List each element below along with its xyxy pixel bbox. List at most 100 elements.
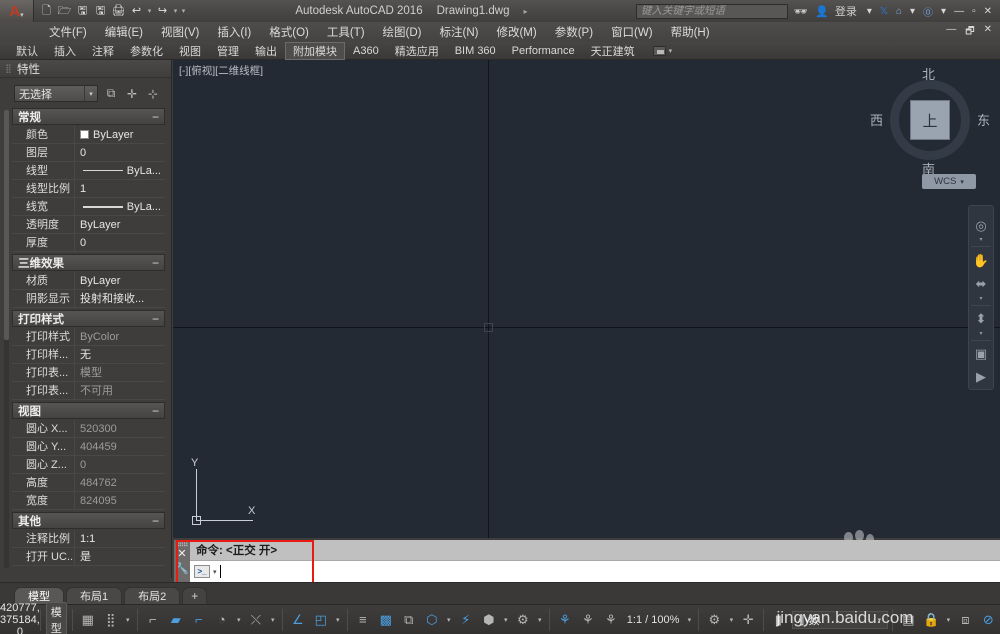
annotation-visibility-icon[interactable]: ⚡ xyxy=(456,610,476,630)
property-value[interactable]: ByLayer xyxy=(74,126,165,144)
menu-item-dimension[interactable]: 标注(N) xyxy=(431,24,488,40)
ribbon-tab-output[interactable]: 输出 xyxy=(247,42,285,60)
property-row[interactable]: 打印样式 ByColor xyxy=(12,328,171,346)
polar-tracking-icon[interactable]: ◔ xyxy=(212,610,232,630)
collapse-icon[interactable]: − xyxy=(152,405,159,417)
menu-item-view[interactable]: 视图(V) xyxy=(152,24,208,40)
annotation-scale-value[interactable]: 1:1 / 100% xyxy=(624,614,683,626)
search-binoculars-icon[interactable]: 🕶 xyxy=(793,5,809,18)
property-row[interactable]: 打印表... 不可用 xyxy=(12,382,171,400)
new-icon[interactable]: 🗋 xyxy=(38,3,55,20)
property-value[interactable]: 是 xyxy=(74,548,165,566)
toggle-pickadd-icon[interactable]: ✛ xyxy=(124,86,140,102)
ortho-mode-icon[interactable]: ⌐ xyxy=(189,610,209,630)
property-row[interactable]: 阴影显示 投射和接收... xyxy=(12,290,171,308)
help-dropdown-icon[interactable]: ▾ xyxy=(941,6,946,17)
property-value[interactable]: ByLa... xyxy=(74,198,165,216)
transparency-icon[interactable]: ▩ xyxy=(376,610,396,630)
doc-close-button[interactable]: ✕ xyxy=(984,24,992,41)
selection-cycling-icon[interactable]: ⧉ xyxy=(399,610,419,630)
property-row[interactable]: 圆心 Y... 404459 xyxy=(12,438,171,456)
user-account-icon[interactable]: 👤 xyxy=(814,5,830,18)
view-cube-east-label[interactable]: 东 xyxy=(977,110,990,129)
autodesk-a360-icon[interactable]: ⌂ xyxy=(896,6,902,17)
view-cube-north-label[interactable]: 北 xyxy=(922,64,935,83)
infer-constraints-icon[interactable]: ⌐ xyxy=(143,610,163,630)
property-row[interactable]: 注释比例 1:1 xyxy=(12,530,171,548)
customization-plus-icon[interactable]: ✛ xyxy=(738,610,758,630)
properties-scrollbar[interactable] xyxy=(4,110,9,568)
property-row[interactable]: 透明度 ByLayer xyxy=(12,216,171,234)
quick-select-icon[interactable]: ⧉ xyxy=(103,86,119,102)
chevron-down-icon[interactable]: ▾ xyxy=(944,616,952,624)
save-as-icon[interactable]: 🖫 xyxy=(92,3,109,20)
ribbon-tab-insert[interactable]: 插入 xyxy=(46,42,84,60)
collapse-icon[interactable]: − xyxy=(152,257,159,269)
ribbon-tab-annotate[interactable]: 注释 xyxy=(84,42,122,60)
chevron-down-icon[interactable]: ▾ xyxy=(669,47,673,55)
menu-item-window[interactable]: 窗口(W) xyxy=(602,24,662,40)
model-space-button[interactable]: 模型 xyxy=(45,601,67,634)
ribbon-tab-addins[interactable]: 附加模块 xyxy=(285,41,345,60)
property-row[interactable]: 圆心 Z... 0 xyxy=(12,456,171,474)
workspace-gear-icon[interactable]: ⚙ xyxy=(704,610,724,630)
chevron-down-icon[interactable]: ▾ xyxy=(685,616,693,624)
print-icon[interactable]: 🖨 xyxy=(110,3,127,20)
a360-dropdown-icon[interactable]: ▾ xyxy=(910,6,915,17)
chevron-down-icon[interactable]: ▾ xyxy=(124,616,132,624)
showmotion-play-icon[interactable]: ▶ xyxy=(969,366,993,389)
chevron-down-icon[interactable]: ▾ xyxy=(979,237,982,244)
view-cube[interactable]: 上 北 南 西 东 xyxy=(870,67,990,177)
property-group-header-general[interactable]: 常规 − xyxy=(12,108,165,125)
ribbon-tab-manage[interactable]: 管理 xyxy=(209,42,247,60)
property-row[interactable]: 材质 ByLayer xyxy=(12,272,171,290)
menu-item-draw[interactable]: 绘图(D) xyxy=(374,24,431,40)
properties-title-bar[interactable]: 特性 xyxy=(0,60,171,78)
property-row[interactable]: 线型比例 1 xyxy=(12,180,171,198)
chevron-down-icon[interactable]: ▾ xyxy=(979,331,982,338)
select-objects-icon[interactable]: ⊹ xyxy=(145,86,161,102)
menu-item-insert[interactable]: 插入(I) xyxy=(208,24,260,40)
ribbon-tab-a360[interactable]: A360 xyxy=(345,44,387,58)
isolate-toggle-icon[interactable]: ⧈ xyxy=(955,610,975,630)
chevron-down-icon[interactable]: ▾ xyxy=(213,568,217,576)
object-snap-tracking-icon[interactable]: ∠ xyxy=(288,610,308,630)
pan-icon[interactable]: ✋ xyxy=(969,249,993,272)
property-group-header-misc[interactable]: 其他 − xyxy=(12,512,165,529)
account-dropdown-icon[interactable]: ▾ xyxy=(867,6,872,17)
coordinate-display[interactable]: 420777, 375184, 0 xyxy=(0,602,40,634)
command-prompt-icon[interactable]: >_ xyxy=(194,565,210,578)
property-row[interactable]: 打印表... 模型 xyxy=(12,364,171,382)
layout-tab-add[interactable]: + xyxy=(182,587,208,604)
property-group-header-view[interactable]: 视图 − xyxy=(12,402,165,419)
property-row[interactable]: 高度 484762 xyxy=(12,474,171,492)
dynamic-input-icon[interactable]: ◰ xyxy=(311,610,331,630)
property-value[interactable]: 1:1 xyxy=(74,530,165,548)
help-icon[interactable]: ⓪ xyxy=(923,4,933,19)
ribbon-panel-overflow[interactable]: ▾ xyxy=(652,45,673,56)
close-button[interactable]: ✕ xyxy=(984,6,992,17)
doc-minimize-button[interactable]: — xyxy=(946,24,956,41)
close-icon[interactable]: ✕ xyxy=(177,548,186,560)
redo-dropdown-icon[interactable]: ▾ xyxy=(172,7,179,15)
chevron-down-icon[interactable]: ▾ xyxy=(502,616,510,624)
qat-overflow-icon[interactable]: ▾ xyxy=(180,7,187,15)
isolate-objects-icon[interactable]: ⬢ xyxy=(479,610,499,630)
menu-item-file[interactable]: 文件(F) xyxy=(40,24,96,40)
lock-ui-icon[interactable]: 🔒 xyxy=(921,610,941,630)
chevron-down-icon[interactable]: ▾ xyxy=(269,616,277,624)
property-row[interactable]: 宽度 824095 xyxy=(12,492,171,510)
property-value[interactable]: 0 xyxy=(74,144,165,162)
property-value[interactable]: 1 xyxy=(74,180,165,198)
graphics-performance-icon[interactable]: ⊘ xyxy=(978,610,998,630)
annotation-visibility-person-icon[interactable]: ⚘ xyxy=(555,610,575,630)
ribbon-tab-tangent[interactable]: 天正建筑 xyxy=(583,42,643,60)
command-line-window[interactable]: ✕ 🔧 命令: <正交 开> >_ ▾ xyxy=(174,540,1000,582)
ucs-selector-button[interactable]: WCS ▾ xyxy=(922,174,976,189)
application-menu-button[interactable]: A ▾ xyxy=(0,0,34,22)
property-group-header-3d-visualization[interactable]: 三维效果 − xyxy=(12,254,165,271)
chevron-down-icon[interactable]: ▾ xyxy=(727,616,735,624)
command-input-row[interactable]: >_ ▾ xyxy=(190,561,1000,582)
property-group-header-plot-style[interactable]: 打印样式 − xyxy=(12,310,165,327)
minimize-button[interactable]: — xyxy=(954,6,964,17)
